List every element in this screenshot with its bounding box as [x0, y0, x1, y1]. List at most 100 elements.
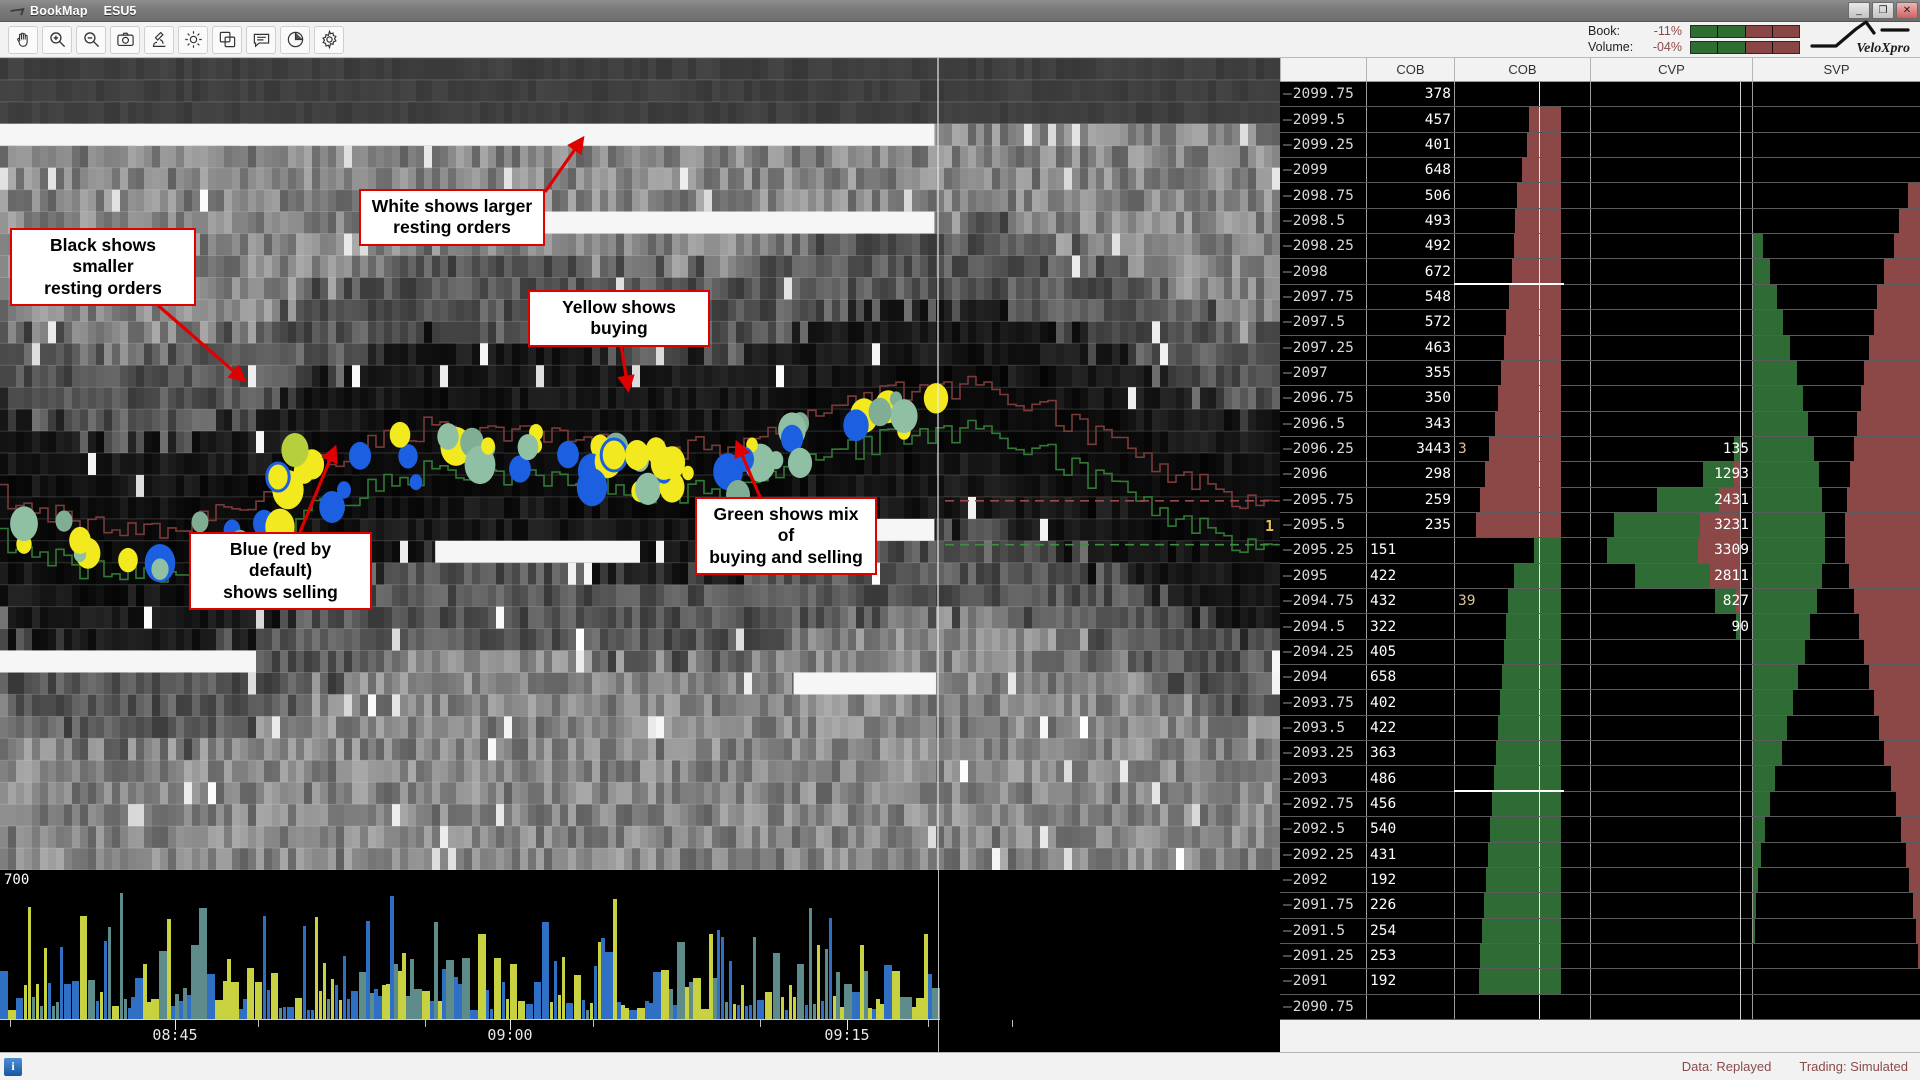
- svp-buy-bar: [1753, 538, 1826, 563]
- camera-icon[interactable]: [110, 25, 140, 54]
- ladder-price-cell: –2094.5: [1280, 614, 1366, 638]
- price-tick-dash: –: [1283, 643, 1292, 660]
- svp-buy-bar: [1753, 918, 1755, 943]
- price-ladder[interactable]: –2099.75 378–2099.5 457–2099.25 401–2099 648…: [1280, 82, 1920, 1020]
- ladder-row[interactable]: –2092.5 540: [1280, 817, 1920, 843]
- svp-buy-bar: [1753, 766, 1775, 791]
- ladder-row[interactable]: –2097.75 548: [1280, 284, 1920, 311]
- ladder-row[interactable]: –2094.25 405: [1280, 639, 1920, 666]
- svp-sell-bar: [1845, 538, 1920, 563]
- price-value: 2098.5: [1292, 212, 1346, 229]
- svp-cell: [1752, 107, 1920, 132]
- price-tick-dash: –: [1283, 542, 1292, 559]
- ladder-row[interactable]: –2095.75 259 2431: [1280, 487, 1920, 513]
- info-icon[interactable]: i: [4, 1057, 22, 1076]
- pie-chart-icon[interactable]: [280, 25, 310, 54]
- cob-bar-cell: [1454, 360, 1590, 386]
- cob-bar-cell: [1454, 969, 1590, 994]
- gear-icon[interactable]: [314, 25, 344, 54]
- ladder-row[interactable]: –2099.5 457: [1280, 107, 1920, 133]
- ladder-row[interactable]: –2093.25 363: [1280, 741, 1920, 767]
- ladder-row[interactable]: –2099.25 401: [1280, 132, 1920, 159]
- pan-hand-icon[interactable]: [8, 25, 38, 54]
- close-button[interactable]: ✕: [1896, 2, 1918, 19]
- ladder-row[interactable]: –2095.25 151 3309: [1280, 538, 1920, 564]
- maximize-button[interactable]: ❐: [1872, 2, 1894, 19]
- cob-tick-mark: [1539, 943, 1540, 969]
- ladder-row[interactable]: –2097.5 572: [1280, 310, 1920, 336]
- svp-cell: [1752, 310, 1920, 335]
- ladder-row[interactable]: –2091 192: [1280, 969, 1920, 995]
- ladder-row[interactable]: –2096.75 350: [1280, 386, 1920, 412]
- cob-bid-bar: [1491, 791, 1561, 817]
- brightness-icon[interactable]: [178, 25, 208, 54]
- ladder-row[interactable]: –2091.25 253: [1280, 943, 1920, 970]
- ladder-row[interactable]: –2099.75 378: [1280, 82, 1920, 108]
- ladder-row[interactable]: –2099 648: [1280, 158, 1920, 184]
- trade-bubble: [10, 506, 38, 542]
- ladder-row[interactable]: –2094.75 432 39 827: [1280, 589, 1920, 615]
- zoom-in-icon[interactable]: [42, 25, 72, 54]
- cob-bid-bar: [1482, 918, 1561, 943]
- chat-bubble-icon[interactable]: [246, 25, 276, 54]
- ladder-row[interactable]: –2091.75 226: [1280, 893, 1920, 919]
- copy-window-icon[interactable]: [212, 25, 242, 54]
- cob-tick-mark: [1539, 158, 1540, 183]
- ladder-row[interactable]: –2095 422 2811: [1280, 563, 1920, 590]
- cob-bar-cell: [1454, 842, 1590, 867]
- ladder-row[interactable]: –2096 298 1293: [1280, 462, 1920, 488]
- trade-bubble: [923, 383, 949, 414]
- svp-sell-bar: [1858, 614, 1920, 639]
- zoom-out-icon[interactable]: [76, 25, 106, 54]
- header-cvp: CVP: [1590, 58, 1752, 81]
- ladder-row[interactable]: –2097 355: [1280, 360, 1920, 387]
- cob-bar-cell: [1454, 284, 1590, 310]
- cob-tick-mark: [1539, 386, 1540, 411]
- ladder-row[interactable]: –2097.25 463: [1280, 335, 1920, 361]
- time-tick-minor: [425, 1020, 426, 1027]
- microscope-icon[interactable]: [144, 25, 174, 54]
- ladder-row[interactable]: –2093.75 402: [1280, 690, 1920, 716]
- ladder-row[interactable]: –2096.5 343: [1280, 411, 1920, 437]
- ladder-row[interactable]: –2092.25 431: [1280, 842, 1920, 868]
- ladder-row[interactable]: –2091.5 254: [1280, 918, 1920, 944]
- cob-tick-mark: [1539, 538, 1540, 563]
- minimize-button[interactable]: _: [1848, 2, 1870, 19]
- ladder-row[interactable]: –2092.75 456: [1280, 791, 1920, 818]
- cob-tick-mark: [1539, 208, 1540, 234]
- ladder-row[interactable]: –2098.5 493: [1280, 208, 1920, 235]
- ladder-row[interactable]: –2093 486: [1280, 766, 1920, 792]
- volume-bar: [900, 996, 908, 1020]
- svp-cell: [1752, 82, 1920, 107]
- ladder-row[interactable]: –2095.5 235 3231: [1280, 512, 1920, 539]
- ladder-row[interactable]: –2098 672: [1280, 259, 1920, 285]
- ladder-row[interactable]: –2098.75 506: [1280, 183, 1920, 209]
- cob-bar-cell: [1454, 411, 1590, 436]
- ladder-row[interactable]: –2090.75: [1280, 994, 1920, 1020]
- ladder-row[interactable]: –2093.5 422: [1280, 715, 1920, 742]
- ladder-row[interactable]: –2092 192: [1280, 867, 1920, 894]
- cob-bar-cell: [1454, 335, 1590, 360]
- cvp-sell-bar: [1697, 538, 1741, 563]
- price-value: 2096: [1292, 466, 1328, 483]
- cob-bar-cell: [1454, 766, 1590, 791]
- ladder-price-cell: –2096.75: [1280, 386, 1366, 410]
- svp-sell-bar: [1868, 665, 1920, 690]
- volume-cursor-line: [938, 870, 939, 1020]
- ladder-row[interactable]: –2098.25 492: [1280, 234, 1920, 260]
- price-tick-dash: –: [1283, 288, 1292, 305]
- cvp-cell: [1590, 335, 1752, 360]
- price-tick-dash: –: [1283, 415, 1292, 432]
- ladder-row[interactable]: –2094.5 322 90: [1280, 614, 1920, 640]
- cob-bid-bar: [1484, 893, 1561, 918]
- volume-histogram[interactable]: 700: [0, 870, 1280, 1020]
- ladder-row[interactable]: –2094 658: [1280, 665, 1920, 691]
- cvp-cell: [1590, 284, 1752, 310]
- ladder-row[interactable]: –2096.25 3443 3 135: [1280, 436, 1920, 463]
- orderbook-heatmap[interactable]: [0, 58, 1280, 870]
- trade-bubble: [890, 399, 918, 434]
- position-size-marker: 1: [1265, 516, 1275, 535]
- svp-sell-bar: [1900, 817, 1920, 842]
- ladder-price-cell: –2099: [1280, 158, 1366, 182]
- cob-bar-cell: [1454, 259, 1590, 284]
